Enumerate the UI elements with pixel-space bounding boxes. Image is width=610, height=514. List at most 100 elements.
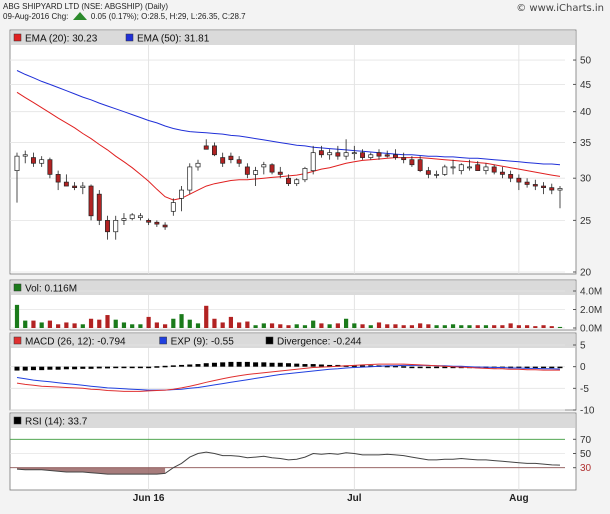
candle-body [105, 220, 110, 233]
macd-tick-label-0: 5 [580, 341, 586, 352]
divergence-bar [14, 366, 20, 371]
divergence-bar [170, 365, 176, 367]
candle-body [516, 177, 522, 183]
candle-body [442, 166, 448, 175]
candle-body [425, 170, 431, 175]
legend-label-1-0: Vol: 0.116M [25, 284, 77, 295]
volume-bar [162, 324, 168, 328]
candle-body [384, 154, 390, 157]
candle-body [434, 174, 440, 176]
volume-bar [253, 325, 258, 328]
divergence-bar [417, 366, 423, 369]
divergence-bar [277, 362, 283, 367]
volume-tick-label-0: 0.0M [580, 324, 602, 335]
divergence-bar [80, 366, 86, 369]
candle-body [499, 171, 505, 175]
divergence-bar [294, 363, 300, 367]
volume-bar [368, 325, 373, 328]
volume-bar [47, 320, 53, 328]
volume-bar [508, 323, 513, 328]
volume-bar [483, 325, 489, 328]
candle-body [179, 189, 184, 199]
volume-bar [130, 324, 135, 328]
candle-body [121, 218, 127, 221]
divergence-bar [22, 366, 28, 371]
macd-tick-label-1: 0 [580, 362, 586, 373]
volume-bar [261, 323, 266, 328]
divergence-bar [179, 364, 185, 367]
volume-bar [80, 324, 85, 328]
volume-bar [294, 324, 299, 328]
volume-bar [228, 316, 234, 328]
divergence-bar [39, 366, 45, 371]
divergence-bar [253, 362, 259, 367]
volume-bar [302, 325, 308, 328]
volume-bar [516, 325, 521, 328]
volume-bar [360, 324, 365, 328]
volume-bar [237, 322, 242, 328]
volume-bar [113, 319, 118, 328]
legend-label-0-1: EMA (50): 31.81 [137, 34, 210, 45]
volume-bar [492, 325, 497, 328]
candle-body [360, 152, 365, 158]
candle-body [294, 179, 300, 185]
pane-1-legend-strip [11, 281, 575, 295]
volume-bar [64, 322, 69, 328]
candle-body [368, 154, 374, 158]
candle-body [277, 171, 283, 175]
candle-body [417, 159, 423, 171]
volume-bar [418, 323, 423, 328]
divergence-bar [146, 366, 152, 369]
divergence-bar [409, 366, 415, 369]
volume-bar [475, 325, 480, 328]
divergence-bar [105, 366, 110, 369]
divergence-bar [302, 364, 308, 367]
volume-bar [327, 324, 332, 328]
candle-body [63, 181, 69, 187]
volume-bar [146, 316, 151, 328]
macd-tick-label-2: -5 [580, 384, 589, 395]
volume-bar [434, 325, 439, 328]
legend-label-0-0: EMA (20): 30.23 [25, 34, 98, 45]
rsi-tick-label-0: 30 [580, 463, 592, 474]
candle-body [286, 177, 291, 185]
divergence-bar [63, 366, 69, 370]
candle-body [335, 152, 341, 157]
candle-body [113, 220, 119, 233]
candle-body [343, 152, 349, 157]
volume-bar [426, 324, 431, 328]
volume-bar [319, 323, 324, 328]
candle-body [88, 185, 94, 217]
volume-bar [393, 324, 398, 328]
candle-body [220, 157, 226, 164]
legend-label-2-2: Divergence: -0.244 [277, 337, 362, 348]
volume-bar [220, 322, 225, 328]
candle-body [302, 168, 308, 181]
legend-label-2-1: EXP (9): -0.55 [171, 337, 235, 348]
legend-swatch-3-0 [13, 416, 22, 425]
candle-body [409, 159, 415, 166]
divergence-bar [162, 365, 168, 368]
volume-bar [286, 325, 291, 328]
divergence-bar [96, 366, 102, 369]
legend-swatch-2-1 [159, 336, 167, 345]
divergence-bar [195, 364, 201, 367]
volume-bar [245, 321, 250, 328]
volume-tick-label-1: 2.0M [580, 305, 602, 316]
pane-0-frame [9, 29, 577, 275]
volume-bar [541, 325, 546, 328]
candle-body [137, 215, 143, 218]
price-tick-label-1: 25 [580, 216, 592, 227]
candle-body [269, 164, 275, 173]
divergence-bar [55, 366, 61, 370]
legend-label-2-0: MACD (26, 12): -0.794 [25, 337, 126, 348]
candle-body [212, 145, 217, 156]
volume-bar [154, 322, 159, 328]
volume-bar [187, 319, 192, 328]
divergence-bar [244, 361, 250, 367]
volume-bar [88, 318, 94, 328]
volume-bar [450, 324, 456, 328]
candle-body [327, 152, 333, 156]
divergence-bar [310, 364, 316, 367]
candle-body [401, 157, 407, 161]
